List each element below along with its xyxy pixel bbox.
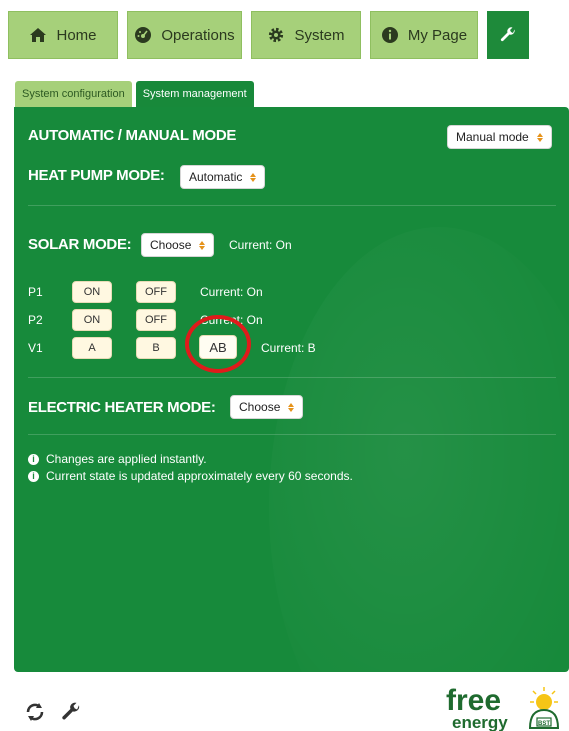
tab-system-configuration[interactable]: System configuration: [15, 81, 132, 107]
tab-system-management[interactable]: System management: [135, 81, 254, 107]
section-divider: [28, 377, 556, 378]
heat-pump-value: Automatic: [189, 170, 243, 184]
nav-tools-button[interactable]: [487, 11, 529, 59]
section-divider: [28, 205, 556, 206]
electric-heater-value: Choose: [239, 400, 281, 414]
note-item: i Current state is updated approximately…: [28, 469, 353, 483]
select-caret-icon: [288, 402, 295, 412]
solar-mode-title: SOLAR MODE:: [28, 236, 132, 253]
solar-mode-select[interactable]: Choose: [141, 233, 215, 257]
section-divider: [28, 434, 556, 435]
solar-mode-value: Choose: [150, 238, 192, 252]
p2-off-button[interactable]: OFF: [136, 309, 176, 331]
auto-manual-value: Manual mode: [456, 130, 529, 144]
nav-home-button[interactable]: Home: [8, 11, 118, 59]
info-icon: i: [28, 453, 39, 465]
v1-a-button[interactable]: A: [72, 337, 112, 359]
v1-label: V1: [28, 341, 43, 355]
nav-home-label: Home: [56, 26, 97, 44]
heat-pump-title: HEAT PUMP MODE:: [28, 167, 165, 184]
wrench-icon: [500, 27, 515, 42]
auto-manual-title: AUTOMATIC / MANUAL MODE: [28, 127, 237, 144]
v1-current-state: Current: B: [261, 341, 316, 355]
select-caret-icon: [199, 240, 206, 250]
gear-icon: [269, 27, 284, 43]
info-icon: i: [28, 470, 39, 482]
nav-system-button[interactable]: System: [251, 11, 361, 59]
home-icon: [30, 28, 47, 42]
dashboard-icon: [135, 27, 152, 43]
nav-mypage-button[interactable]: My Page: [370, 11, 478, 59]
refresh-icon[interactable]: [24, 701, 46, 723]
free-energy-logo: free energy BST: [446, 684, 560, 731]
note-text: Changes are applied instantly.: [46, 452, 207, 466]
select-caret-icon: [250, 172, 257, 182]
top-nav: Home Operations System My Page: [8, 11, 529, 59]
p1-current-state: Current: On: [200, 285, 263, 299]
footer-actions: [24, 701, 82, 723]
wrench-icon[interactable]: [60, 701, 82, 723]
logo-energy-text: energy: [452, 713, 508, 731]
select-caret-icon: [536, 132, 543, 142]
p1-label: P1: [28, 285, 43, 299]
heat-pump-select[interactable]: Automatic: [180, 165, 266, 189]
nav-mypage-label: My Page: [407, 26, 468, 44]
solar-current-state: Current: On: [229, 238, 292, 252]
p1-on-button[interactable]: ON: [72, 281, 112, 303]
p2-on-button[interactable]: ON: [72, 309, 112, 331]
nav-system-label: System: [294, 26, 345, 44]
electric-heater-select[interactable]: Choose: [230, 395, 304, 419]
nav-operations-label: Operations: [161, 26, 235, 44]
p2-current-state: Current: On: [200, 313, 263, 327]
info-circle-icon: [381, 27, 398, 43]
v1-ab-button[interactable]: AB: [199, 335, 237, 359]
note-text: Current state is updated approximately e…: [46, 469, 353, 483]
electric-heater-title: ELECTRIC HEATER MODE:: [28, 399, 216, 416]
logo-bst-text: BST: [538, 721, 550, 727]
system-management-panel: AUTOMATIC / MANUAL MODE Manual mode HEAT…: [14, 107, 569, 672]
auto-manual-select[interactable]: Manual mode: [447, 125, 552, 149]
nav-operations-button[interactable]: Operations: [127, 11, 242, 59]
note-item: i Changes are applied instantly.: [28, 452, 207, 466]
p2-label: P2: [28, 313, 43, 327]
v1-b-button[interactable]: B: [136, 337, 176, 359]
tab-bar: System configuration System management: [15, 81, 254, 107]
p1-off-button[interactable]: OFF: [136, 281, 176, 303]
